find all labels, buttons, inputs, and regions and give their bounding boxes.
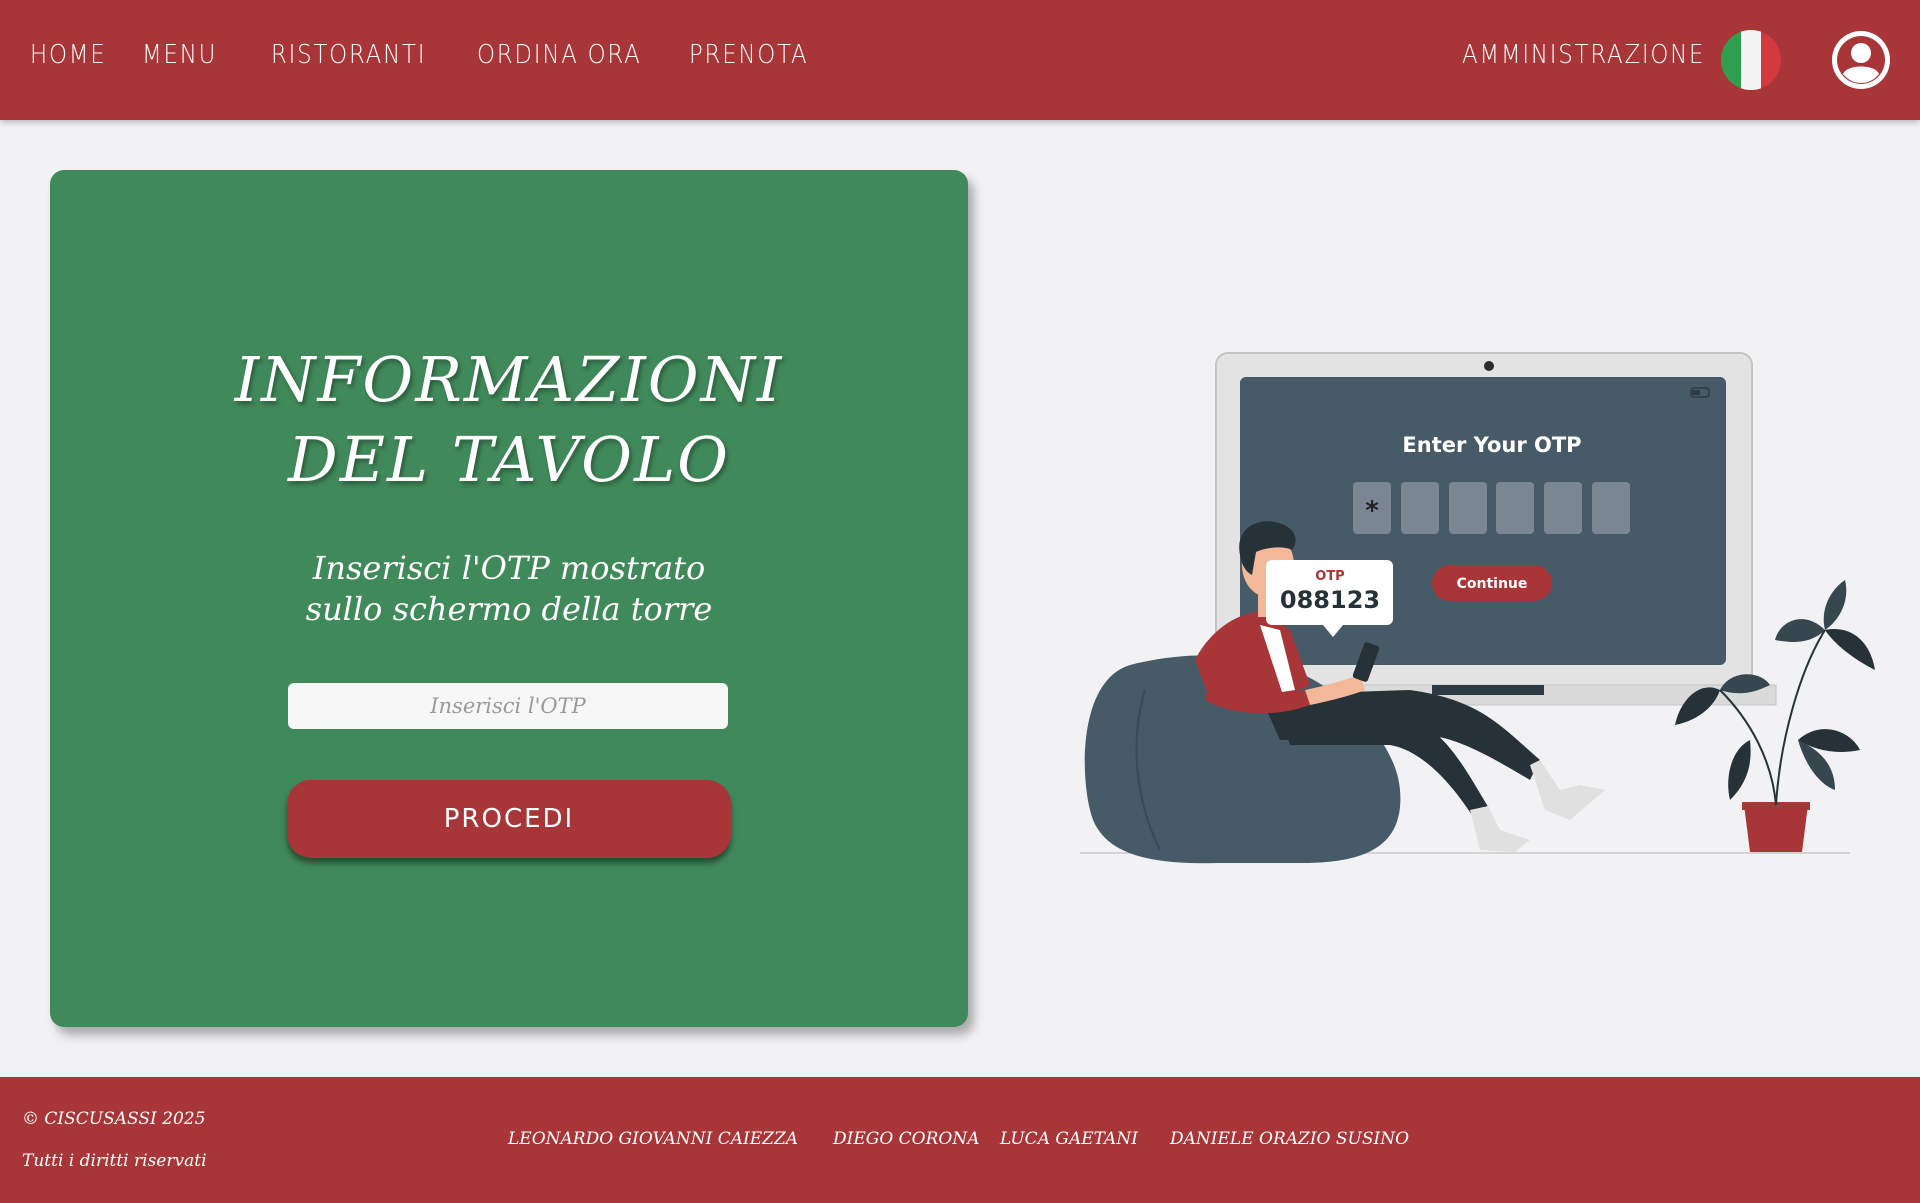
nav-ristoranti-link[interactable]: RISTORANTI [271,40,426,70]
otp-input[interactable] [288,683,728,729]
author-name: LUCA GAETANI [1000,1129,1138,1149]
instruction-text: Inserisci l'OTP mostrato sullo schermo d… [50,548,968,630]
table-info-card: INFORMAZIONI DEL TAVOLO Inserisci l'OTP … [50,170,968,1027]
copyright-text: © CISCUSASSI 2025 [22,1109,206,1129]
instruction-line-2: sullo schermo della torre [305,590,713,628]
footer: © CISCUSASSI 2025 Tutti i diritti riserv… [0,1077,1920,1203]
page-title: INFORMAZIONI DEL TAVOLO [50,340,968,500]
otp-box-char: * [1365,496,1379,526]
screen-title: Enter Your OTP [1402,433,1581,457]
title-line-2: DEL TAVOLO [287,423,730,496]
instruction-line-1: Inserisci l'OTP mostrato [312,549,706,587]
otp-illustration: Enter Your OTP * Continue OTP 088123 [1060,340,1900,880]
nav-ordina-ora-link[interactable]: ORDINA ORA [477,40,642,70]
nav-home-link[interactable]: HOME [30,40,106,70]
proceed-button[interactable]: PROCEDI [287,780,731,858]
bubble-otp-code: 088123 [1280,586,1380,614]
user-avatar-icon[interactable] [1831,30,1891,90]
author-name: DIEGO CORONA [833,1129,980,1149]
title-line-1: INFORMAZIONI [234,343,784,416]
author-name: DANIELE ORAZIO SUSINO [1170,1129,1410,1149]
bubble-label: OTP [1315,569,1344,584]
nav-menu-link[interactable]: MENU [142,40,217,70]
top-navbar: HOME MENU RISTORANTI ORDINA ORA PRENOTA … [0,0,1920,120]
nav-amministrazione-link[interactable]: AMMINISTRAZIONE [1462,40,1705,70]
rights-text: Tutti i diritti riservati [22,1151,207,1171]
nav-prenota-link[interactable]: PRENOTA [689,40,808,70]
screen-continue-label: Continue [1457,576,1528,592]
italy-flag-icon[interactable] [1721,30,1781,90]
author-name: LEONARDO GIOVANNI CAIEZZA [508,1129,799,1149]
